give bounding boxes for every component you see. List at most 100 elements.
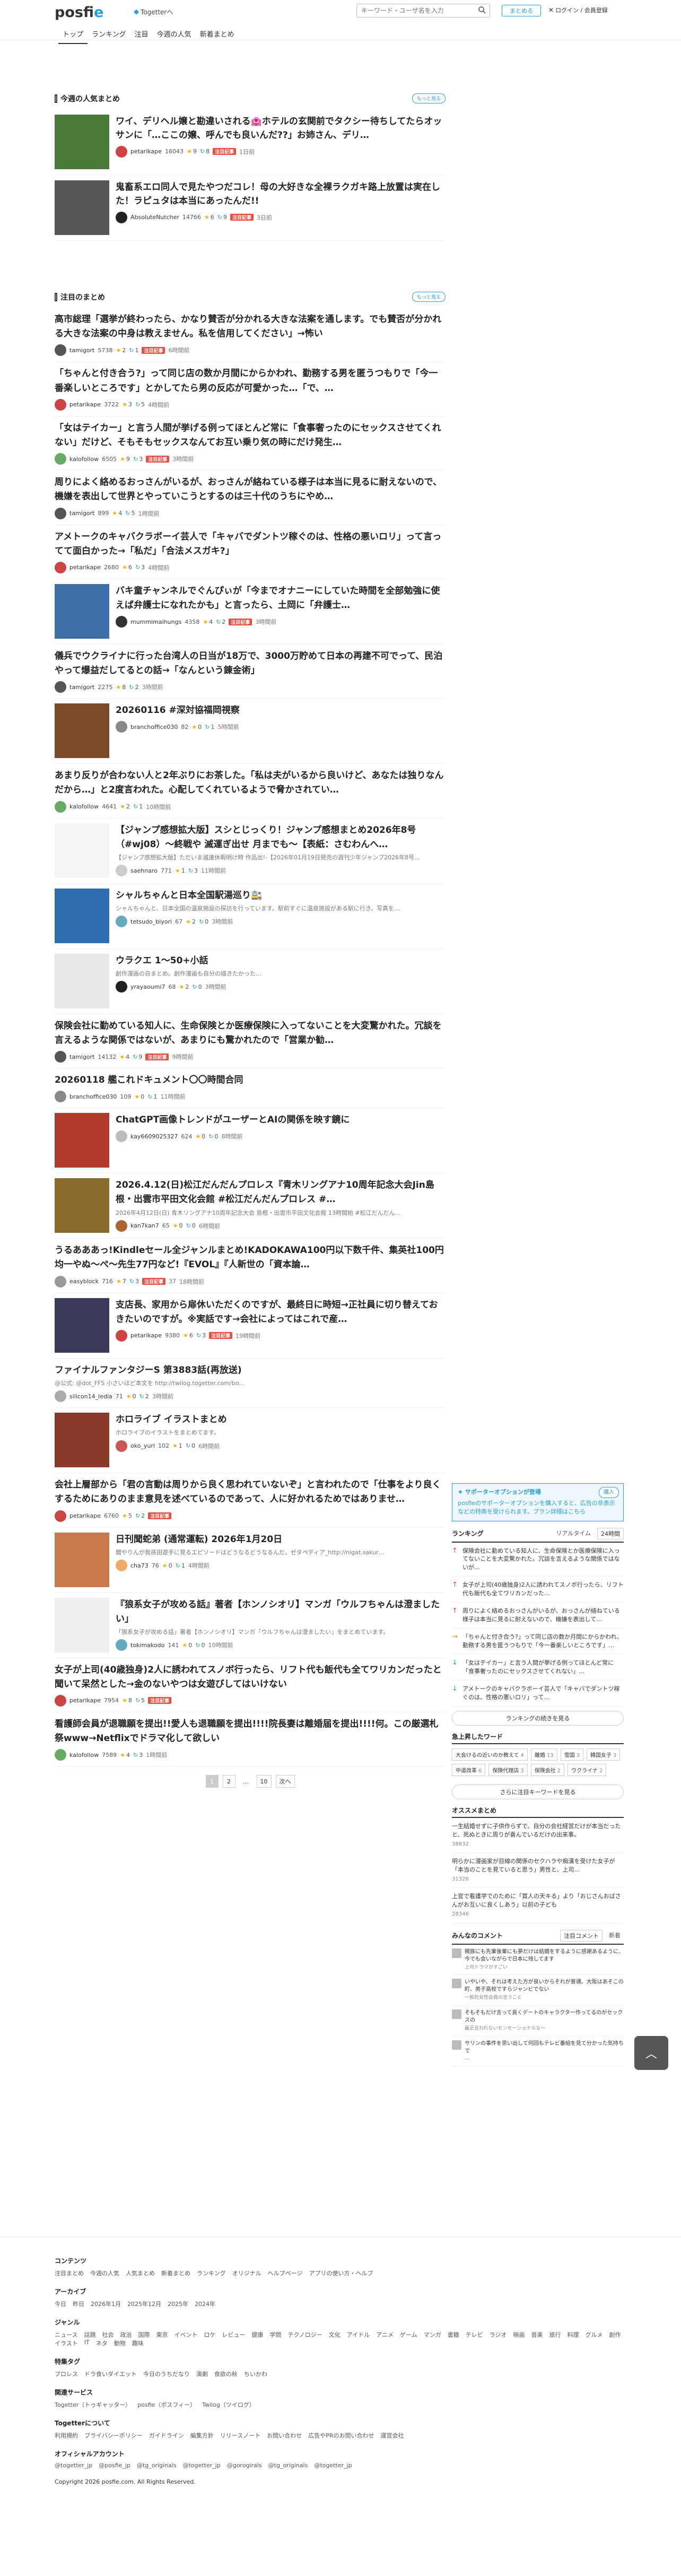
footer-link[interactable]: @togetter_jp — [183, 2462, 221, 2469]
list-item[interactable]: ウラクエ 1～50+小話 創作漫画の自まとめ。創作漫画も自分の描きたかった… yra… — [55, 949, 446, 1014]
avatar[interactable] — [116, 145, 127, 158]
list-item[interactable]: ファイナルファンタジーS 第3883話(再放送) @公式: @dot_FFS 小さ… — [55, 1359, 446, 1408]
tab-realtime[interactable]: リアルタイム — [553, 1528, 594, 1539]
nav-new[interactable]: 新着まとめ — [196, 27, 239, 44]
item-title[interactable]: 女子が上司(40歳独身)2人に誘われてスノボ行ったら、リフト代も飯代も全てワリカ… — [55, 1665, 442, 1690]
thumbnail[interactable] — [55, 1532, 109, 1587]
footer-link[interactable]: 書籍 — [448, 2330, 459, 2339]
avatar[interactable] — [116, 1329, 127, 1342]
footer-link[interactable]: posfie（ポスフィー） — [137, 2400, 196, 2409]
footer-link[interactable]: 今日 — [55, 2300, 66, 2308]
footer-link[interactable]: ニュース — [55, 2330, 77, 2339]
ranking-item[interactable]: ↑ 保険会社に勤めている知人に、生命保険とか医療保険に入ってないことを大変驚かれた… — [452, 1543, 624, 1577]
avatar[interactable] — [55, 561, 66, 573]
user-name[interactable]: cha73 — [130, 1562, 149, 1569]
footer-link[interactable]: レビュー — [222, 2330, 245, 2339]
thumbnail[interactable] — [55, 823, 109, 878]
login-button[interactable]: ✕ ログイン / 会員登録 — [548, 6, 608, 14]
user-name[interactable]: petarikape — [69, 564, 101, 571]
list-item[interactable]: シャルちゃんと日本全国駅湯巡り🚉 シャルちゃんと、日本全国の温泉施設の探訪を行って… — [55, 884, 446, 949]
page-button[interactable]: 1 — [205, 1775, 219, 1788]
site-logo[interactable]: posfie — [55, 4, 103, 21]
footer-link[interactable]: テレビ — [466, 2330, 483, 2339]
footer-link[interactable]: 動物 — [114, 2339, 126, 2347]
footer-link[interactable]: 新着まとめ — [161, 2269, 190, 2277]
ranking-item-text[interactable]: 「女はテイカー」と言う人間が挙げる例ってほとんど常に「食事奢ったのにセックスさせ… — [462, 1659, 624, 1676]
search-icon[interactable] — [478, 6, 486, 14]
item-title[interactable]: 会社上層部から「君の言動は周りから良く思われていないぞ」と言われたので「仕事をよ… — [55, 1480, 441, 1504]
footer-link[interactable]: IT — [84, 2339, 90, 2347]
footer-link[interactable]: @togetter_jp — [55, 2462, 92, 2469]
footer-link[interactable]: 2025年 — [168, 2300, 188, 2308]
thumbnail[interactable] — [55, 1298, 109, 1353]
avatar[interactable] — [55, 1749, 66, 1761]
user-name[interactable]: petarikape — [69, 1697, 101, 1704]
user-name[interactable]: petarikape — [130, 148, 162, 155]
ranking-item-text[interactable]: 保険会社に勤めている知人に、生命保険とか医療保険に入ってないことを大変驚かれた。… — [462, 1547, 624, 1572]
item-title[interactable]: アメトークのキャバクラボーイ芸人で「キャバでダントツ稼ぐのは、性格の悪いロリ」っ… — [55, 532, 441, 556]
ranking-item[interactable]: ↑ 女子が上司(40歳独身)2人に誘われてスノボ行ったら、リフト代も飯代も全てワリ… — [452, 1577, 624, 1603]
thumbnail[interactable] — [55, 1597, 109, 1652]
footer-link[interactable]: イラスト — [55, 2339, 78, 2347]
user-name[interactable]: tamigort — [69, 510, 94, 517]
keyword-chip[interactable]: 韓国女子 3 — [586, 1748, 621, 1761]
item-title[interactable]: ワイ、デリヘル嬢と勘違いされる🏩ホテルの玄関前でタクシー待ちしてたらオッサンに「… — [116, 116, 442, 141]
keyword-chip[interactable]: 大会けるの近いのか教えて 4 — [452, 1748, 528, 1761]
footer-link[interactable]: 趣味 — [132, 2339, 144, 2347]
comment-source[interactable]: 一般的女性会員の言うこと — [465, 1995, 624, 2001]
list-item[interactable]: あまり反りが合わない人と2年ぶりにお茶した。「私は夫がいるから良いけど、あなたは… — [55, 764, 446, 819]
footer-link[interactable]: ガイドライン — [149, 2431, 184, 2440]
list-item[interactable]: アメトークのキャバクラボーイ芸人で「キャバでダントツ稼ぐのは、性格の悪いロリ」っ… — [55, 525, 446, 579]
user-name[interactable]: petarikape — [130, 1332, 162, 1339]
item-title[interactable]: ウラクエ 1～50+小話 — [116, 955, 208, 966]
user-name[interactable]: kan7kan7 — [130, 1222, 159, 1229]
footer-link[interactable]: 運営会社 — [381, 2431, 404, 2440]
avatar[interactable] — [55, 1275, 66, 1287]
avatar[interactable] — [116, 865, 127, 877]
ranking-item-text[interactable]: 女子が上司(40歳独身)2人に誘われてスノボ行ったら、リフト代も飯代も全てワリカ… — [462, 1581, 624, 1598]
footer-link[interactable]: 編集方針 — [190, 2431, 214, 2440]
list-item[interactable]: 支店長、家用から扉休いただくのですが、最終日に時短→正社員に切り替えておきたいの… — [55, 1293, 446, 1359]
recommend-text[interactable]: 上官で看護学でのために「賞人の天キる」より「おじさんおばさんがお互いに良くしあう… — [452, 1893, 621, 1908]
footer-link[interactable]: 文化 — [329, 2330, 340, 2339]
footer-link[interactable]: テクノロジー — [287, 2330, 322, 2339]
list-item[interactable]: 女子が上司(40歳独身)2人に誘われてスノボ行ったら、リフト代も飯代も全てワリカ… — [55, 1658, 446, 1712]
avatar[interactable] — [55, 1694, 66, 1707]
item-title[interactable]: 保険会社に勤めている知人に、生命保険とか医療保険に入ってないことを大変驚かれた。… — [55, 1021, 442, 1046]
user-name[interactable]: kalofollow — [69, 803, 99, 810]
footer-link[interactable]: 映画 — [513, 2330, 525, 2339]
list-item[interactable]: 周りによく絡めるおっさんがいるが、おっさんが絡ねている様子は本当に見るに耐えない… — [55, 471, 446, 525]
ranking-item[interactable]: → 「ちゃんと付き合う?」って同じ店の数か月間にからかわれ、勤務する男を匿うつもり… — [452, 1629, 624, 1655]
footer-link[interactable]: @gorogirals — [227, 2462, 262, 2469]
avatar[interactable] — [55, 507, 66, 519]
weekly-item[interactable]: ワイ、デリヘル嬢と勘違いされる🏩ホテルの玄関前でタクシー待ちしてたらオッサンに「… — [55, 109, 446, 175]
user-name[interactable]: tamigort — [69, 684, 94, 691]
avatar[interactable] — [116, 1560, 127, 1572]
avatar[interactable] — [55, 453, 66, 465]
ranking-more-button[interactable]: ランキングの続きを見る — [452, 1710, 624, 1726]
keyword-more-button[interactable]: さらに注目キーワードを見る — [452, 1784, 624, 1799]
page-button[interactable]: 2 — [222, 1775, 235, 1788]
ranking-item-text[interactable]: 「ちゃんと付き合う?」って同じ店の数か月間にからかわれ、勤務する男を匿うつもりで… — [462, 1633, 624, 1650]
footer-link[interactable]: 2026年1月 — [91, 2300, 121, 2308]
avatar[interactable] — [116, 981, 127, 993]
weekly-item[interactable]: 鬼畜系エロ同人で見たやつだコレ！母の大好きな全裸ラクガキ路上放置は実在した！ラピ… — [55, 175, 446, 241]
item-title[interactable]: 日刊聞蛇弟 (通常運転) 2026年1月20日 — [116, 1534, 282, 1545]
user-name[interactable]: branchoffice030 — [69, 1093, 117, 1100]
search-input[interactable] — [357, 4, 474, 17]
togetter-link[interactable]: ◆ Togetterへ — [134, 7, 173, 16]
thumbnail[interactable] — [55, 703, 109, 759]
page-button[interactable]: 10 — [256, 1775, 272, 1788]
thumbnail[interactable] — [55, 115, 109, 169]
keyword-chip[interactable]: 雪国 3 — [560, 1748, 583, 1761]
list-item[interactable]: 保険会社に勤めている知人に、生命保険とか医療保険に入ってないことを大変驚かれた。… — [55, 1014, 446, 1068]
list-item[interactable]: 「ちゃんと付き合う?」って同じ店の数か月間にからかわれ、勤務する男を匿うつもりで… — [55, 362, 446, 416]
nav-weekly[interactable]: 今週の人気 — [153, 27, 196, 44]
avatar[interactable] — [55, 800, 66, 813]
tab-new-comments[interactable]: 新着 — [606, 1930, 624, 1942]
user-name[interactable]: saehnaro — [130, 867, 158, 874]
footer-link[interactable]: 人気まとめ — [126, 2269, 155, 2277]
user-name[interactable]: mummimaihungs — [130, 619, 181, 625]
footer-link[interactable]: 旅行 — [549, 2330, 561, 2339]
footer-link[interactable]: 演劇 — [196, 2370, 208, 2378]
